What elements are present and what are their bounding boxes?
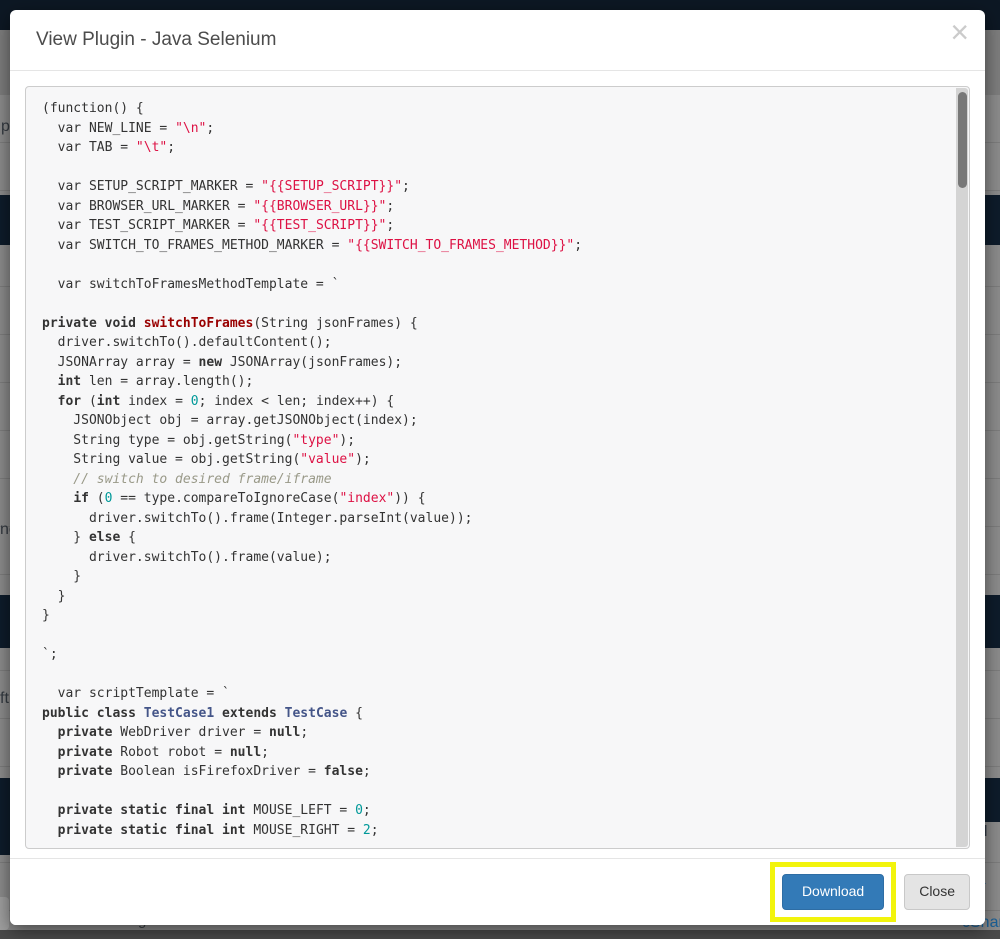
code-scrollbar-thumb[interactable] [958,92,967,188]
background-side-tab [0,897,9,930]
view-plugin-modal: View Plugin - Java Selenium × (function(… [10,10,985,925]
download-highlight-box: Download [770,862,896,922]
code-lines: (function() { var NEW_LINE = "\n"; var T… [42,99,943,840]
code-block[interactable]: (function() { var NEW_LINE = "\n"; var T… [25,86,970,849]
modal-body: (function() { var NEW_LINE = "\n"; var T… [25,86,970,849]
background-bottom-bar [0,930,1000,939]
background-table-header-band [0,822,10,855]
modal-header: View Plugin - Java Selenium × [10,10,985,71]
download-button[interactable]: Download [782,874,884,910]
code-scrollbar-track[interactable] [956,88,968,847]
background-text-fragment: ft [0,690,9,708]
close-icon[interactable]: × [950,16,969,48]
screen: p ne ft E N tra C# Selenium generator cS… [0,0,1000,939]
background-text-fragment: p [1,118,10,136]
modal-footer: Download Close [10,858,985,925]
modal-title: View Plugin - Java Selenium [36,29,965,51]
close-button[interactable]: Close [904,874,970,910]
